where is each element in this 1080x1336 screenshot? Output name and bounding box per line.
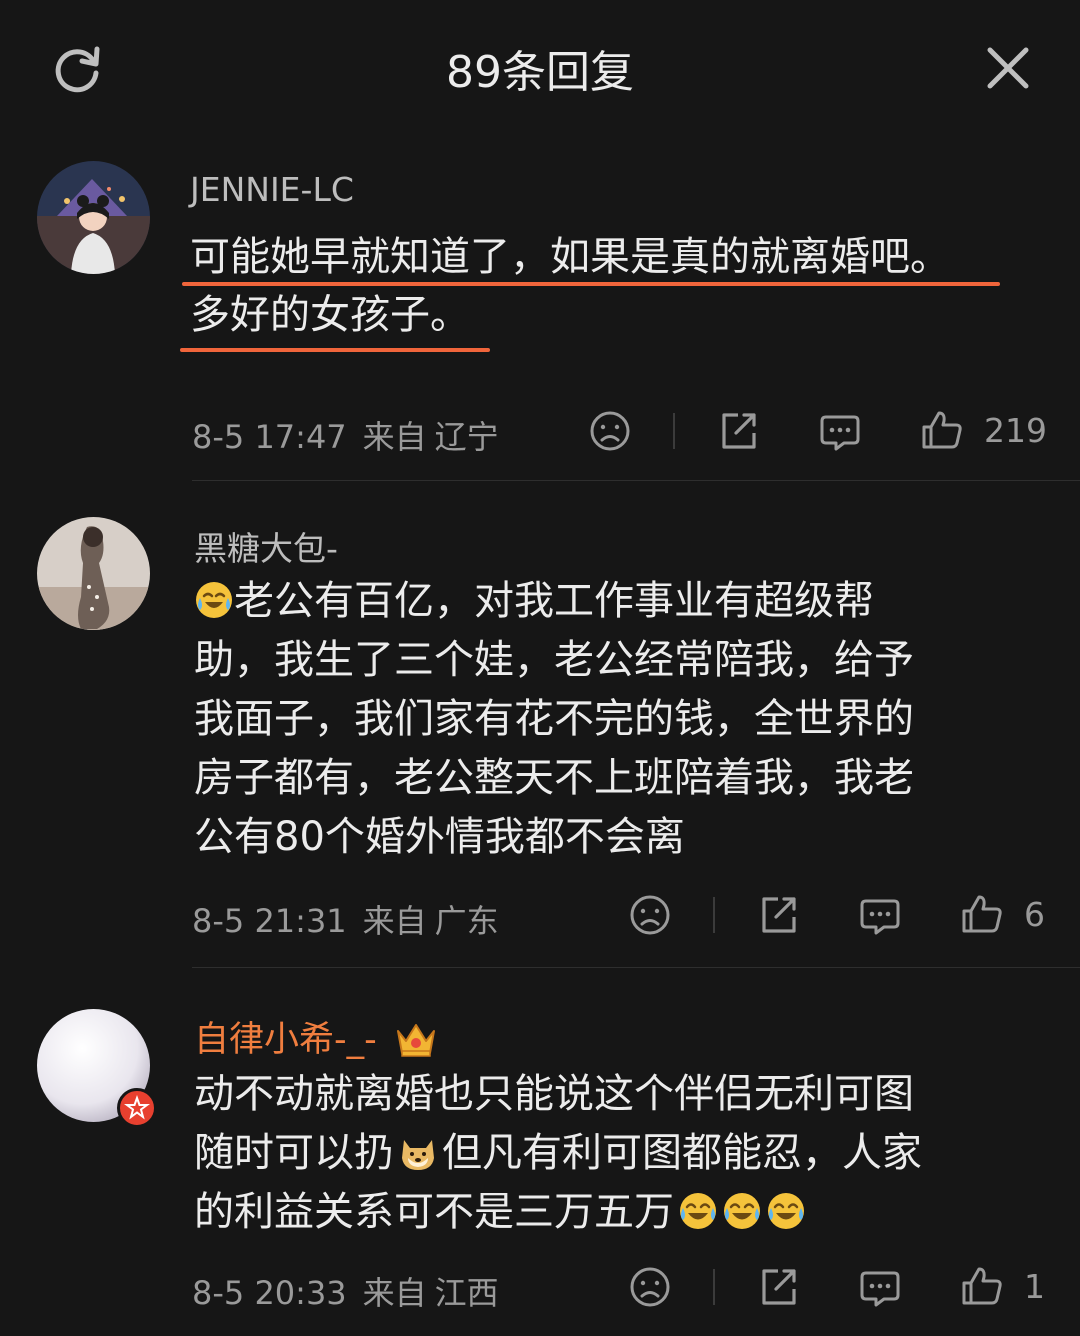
divider [192,480,1080,481]
like-count: 6 [1024,895,1045,934]
comment-line: 的利益关系可不是三万五万 [194,1189,674,1235]
comment-text: 可能她早就知道了，如果是真的就离婚吧。 多好的女孩子。 [180,228,1020,352]
location: 辽宁 [434,418,499,456]
avatar[interactable] [37,517,150,630]
comment-line: 我面子，我们家有花不完的钱，全世界的 [194,696,914,742]
comment-meta: 8-5 21:31 来自 广东 [192,896,499,942]
share-icon[interactable] [716,409,760,453]
verified-badge-icon [117,1088,157,1128]
dislike-icon[interactable] [588,409,632,453]
header: 89条回复 [0,0,1080,135]
avatar[interactable] [37,161,150,274]
timestamp: 8-5 20:33 [192,1274,347,1312]
username[interactable]: JENNIE-LC [190,170,354,209]
share-icon[interactable] [756,893,800,937]
comment-text: 动不动就离婚也只能说这个伴侣无利可图 随时可以扔 但凡有利可图都能忍，人家 的利益… [194,1065,1024,1242]
comment-line: 多好的女孩子。 [190,292,470,338]
from-label: 来自 [362,418,427,456]
crown-badge-icon [394,1019,438,1059]
crying-laughing-emoji [194,580,234,620]
location: 广东 [434,902,499,940]
joy-emoji [766,1191,806,1231]
dislike-icon[interactable] [628,1265,672,1309]
comment-meta: 8-5 20:33 来自 江西 [192,1268,499,1314]
divider [713,1269,715,1305]
like-icon[interactable] [960,1264,1004,1308]
timestamp: 8-5 21:31 [192,902,347,940]
close-icon[interactable] [980,40,1036,96]
comment-line: 公有80个婚外情我都不会离 [194,814,685,860]
comment-line: 但凡有利可图都能忍，人家 [442,1130,922,1176]
dislike-icon[interactable] [628,893,672,937]
comment-icon[interactable] [818,409,862,453]
comment-icon[interactable] [858,1265,902,1309]
like-icon[interactable] [920,408,964,452]
joy-emoji [678,1191,718,1231]
username[interactable]: 黑糖大包- [194,522,338,570]
username[interactable]: 自律小希-_- [194,1011,438,1062]
comment-icon[interactable] [858,893,902,937]
from-label: 来自 [362,902,427,940]
location: 江西 [434,1274,499,1312]
comment-line: 随时可以扔 [194,1130,394,1176]
like-count: 219 [984,411,1047,450]
doge-emoji [398,1132,438,1172]
timestamp: 8-5 17:47 [192,418,347,456]
comment-text: 老公有百亿，对我工作事业有超级帮 助，我生了三个娃，老公经常陪我，给予 我面子，… [194,572,1024,867]
highlight-underline [180,348,490,352]
comment-line: 动不动就离婚也只能说这个伴侣无利可图 [194,1071,914,1117]
comment-line: 房子都有，老公整天不上班陪着我，我老 [194,755,914,801]
comment-line: 老公有百亿，对我工作事业有超级帮 [234,578,874,624]
comment-line: 助，我生了三个娃，老公经常陪我，给予 [194,637,914,683]
divider [673,413,675,449]
like-count: 1 [1024,1267,1045,1306]
page-title: 89条回复 [446,47,634,98]
comment-line: 可能她早就知道了，如果是真的就离婚吧。 [190,234,950,280]
divider [713,897,715,933]
share-icon[interactable] [756,1265,800,1309]
joy-emoji [722,1191,762,1231]
from-label: 来自 [362,1274,427,1312]
username-text: 自律小希-_- [194,1020,377,1060]
like-icon[interactable] [960,892,1004,936]
comment-meta: 8-5 17:47 来自 辽宁 [192,412,499,458]
divider [192,967,1080,968]
